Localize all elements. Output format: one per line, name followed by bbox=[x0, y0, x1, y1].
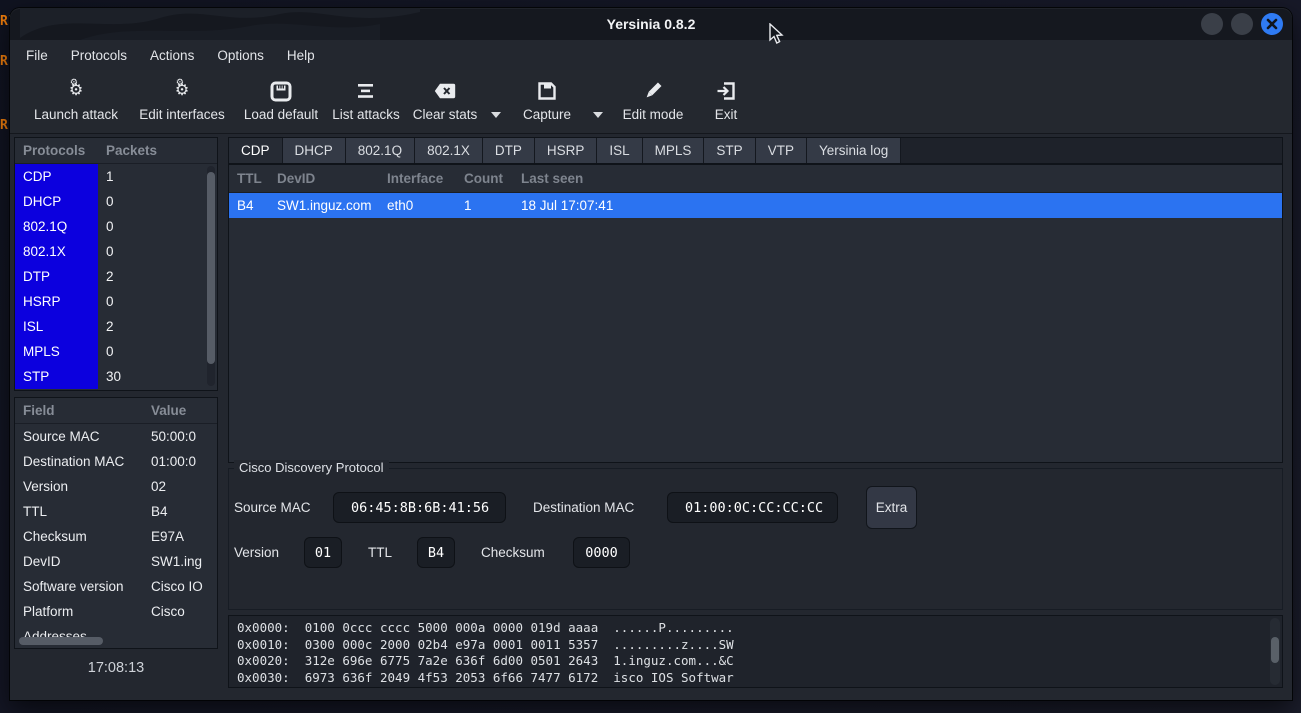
table-row-selected[interactable]: B4 SW1.inguz.com eth0 1 18 Jul 17:07:41 bbox=[229, 193, 1282, 218]
protocol-row[interactable]: ISL 2 bbox=[15, 314, 217, 339]
menu-help[interactable]: Help bbox=[284, 46, 318, 65]
titlebar[interactable]: Yersinia 0.8.2 bbox=[10, 8, 1292, 40]
menubar: File Protocols Actions Options Help bbox=[10, 40, 1292, 70]
ttl-field[interactable] bbox=[417, 537, 455, 568]
protocol-row[interactable]: DHCP 0 bbox=[15, 189, 217, 214]
interface-column-header[interactable]: Interface bbox=[387, 165, 443, 193]
gears-icon: ⚙⚙ bbox=[175, 77, 189, 105]
field-row[interactable]: Checksum E97A bbox=[15, 524, 217, 549]
capture-button[interactable]: Capture bbox=[508, 70, 586, 133]
field-row[interactable]: Version 02 bbox=[15, 474, 217, 499]
mouse-cursor bbox=[766, 23, 784, 47]
field-column-header[interactable]: Field bbox=[23, 398, 55, 424]
fields-panel: Field Value Source MAC 50:00:0 Destinati… bbox=[14, 397, 218, 649]
horizontal-scrollbar-thumb[interactable] bbox=[19, 637, 103, 645]
close-icon bbox=[1266, 18, 1278, 30]
load-default-button[interactable]: Load default bbox=[236, 70, 326, 133]
protocol-tabs: CDP DHCP 802.1Q 802.1X DTP HSRP ISL MPLS… bbox=[228, 137, 1283, 164]
capture-dropdown[interactable] bbox=[586, 70, 610, 133]
value-column-header[interactable]: Value bbox=[151, 398, 186, 424]
menu-options[interactable]: Options bbox=[214, 46, 267, 65]
field-row[interactable]: Source MAC 50:00:0 bbox=[15, 424, 217, 449]
hex-dump-panel[interactable]: 0x0000: 0100 0ccc cccc 5000 000a 0000 01… bbox=[228, 615, 1283, 688]
list-attacks-button[interactable]: List attacks bbox=[326, 70, 406, 133]
packets-column-header[interactable]: Packets bbox=[106, 138, 157, 164]
tab-dtp[interactable]: DTP bbox=[483, 138, 535, 163]
exit-button[interactable]: Exit bbox=[696, 70, 756, 133]
window-title: Yersinia 0.8.2 bbox=[10, 8, 1292, 40]
maximize-button[interactable] bbox=[1231, 13, 1253, 35]
source-mac-field[interactable] bbox=[333, 492, 506, 523]
menu-file[interactable]: File bbox=[23, 46, 51, 65]
protocol-row[interactable]: STP 30 bbox=[15, 364, 217, 389]
gears-icon: ⚙⚙ bbox=[69, 77, 83, 105]
close-button[interactable] bbox=[1261, 13, 1283, 35]
protocols-column-header[interactable]: Protocols bbox=[23, 138, 85, 164]
tab-stp[interactable]: STP bbox=[704, 138, 755, 163]
clear-stats-button[interactable]: Clear stats bbox=[406, 70, 484, 133]
protocol-row[interactable]: DTP 2 bbox=[15, 264, 217, 289]
tab-dhcp[interactable]: DHCP bbox=[283, 138, 346, 163]
field-row[interactable]: Destination MAC 01:00:0 bbox=[15, 449, 217, 474]
last-seen-column-header[interactable]: Last seen bbox=[521, 165, 583, 193]
tab-8021q[interactable]: 802.1Q bbox=[346, 138, 415, 163]
protocol-row[interactable]: HSRP 0 bbox=[15, 289, 217, 314]
scrollbar-thumb[interactable] bbox=[1271, 637, 1279, 663]
field-row[interactable]: DevID SW1.ing bbox=[15, 549, 217, 574]
protocol-row[interactable]: MPLS 0 bbox=[15, 339, 217, 364]
version-label: Version bbox=[234, 537, 279, 568]
status-clock: 17:08:13 bbox=[14, 660, 218, 676]
count-column-header[interactable]: Count bbox=[464, 165, 503, 193]
hex-dump-line: 0x0000: 0100 0ccc cccc 5000 000a 0000 01… bbox=[229, 620, 1282, 637]
minimize-button[interactable] bbox=[1201, 13, 1223, 35]
ttl-label: TTL bbox=[368, 537, 392, 568]
scrollbar-thumb[interactable] bbox=[207, 172, 215, 364]
hex-dump-line: 0x0030: 6973 636f 2049 4f53 2053 6f66 74… bbox=[229, 670, 1282, 687]
launch-attack-button[interactable]: ⚙⚙ Launch attack bbox=[24, 70, 128, 133]
yersinia-window: Yersinia 0.8.2 File Protocols Actions Op… bbox=[10, 8, 1292, 700]
edit-interfaces-button[interactable]: ⚙⚙ Edit interfaces bbox=[128, 70, 236, 133]
frame-title: Cisco Discovery Protocol bbox=[234, 460, 389, 475]
pencil-icon bbox=[643, 77, 663, 105]
version-field[interactable] bbox=[304, 537, 342, 568]
tab-8021x[interactable]: 802.1X bbox=[415, 138, 483, 163]
destination-mac-label: Destination MAC bbox=[533, 492, 634, 523]
tab-hsrp[interactable]: HSRP bbox=[535, 138, 598, 163]
tab-cdp[interactable]: CDP bbox=[229, 138, 283, 163]
field-row[interactable]: Software version Cisco IO bbox=[15, 574, 217, 599]
protocol-row[interactable]: 802.1Q 0 bbox=[15, 214, 217, 239]
edit-mode-button[interactable]: Edit mode bbox=[610, 70, 696, 133]
protocol-row[interactable]: CDP 1 bbox=[15, 164, 217, 189]
tab-yersinia-log[interactable]: Yersinia log bbox=[807, 138, 901, 163]
network-port-icon bbox=[270, 77, 292, 105]
checksum-label: Checksum bbox=[481, 537, 545, 568]
packets-table: TTL DevID Interface Count Last seen B4 S… bbox=[228, 164, 1283, 463]
field-row[interactable]: TTL B4 bbox=[15, 499, 217, 524]
source-mac-label: Source MAC bbox=[234, 492, 311, 523]
menu-actions[interactable]: Actions bbox=[147, 46, 197, 65]
menu-protocols[interactable]: Protocols bbox=[68, 46, 130, 65]
chevron-down-icon bbox=[593, 112, 603, 118]
checksum-field[interactable] bbox=[573, 537, 630, 568]
clear-icon bbox=[434, 77, 456, 105]
extra-button[interactable]: Extra bbox=[866, 486, 917, 529]
hex-dump-line: 0x0010: 0300 000c 2000 02b4 e97a 0001 00… bbox=[229, 637, 1282, 654]
devid-column-header[interactable]: DevID bbox=[277, 165, 315, 193]
ttl-column-header[interactable]: TTL bbox=[237, 165, 262, 193]
save-icon bbox=[537, 77, 557, 105]
clear-stats-dropdown[interactable] bbox=[484, 70, 508, 133]
list-icon bbox=[357, 77, 375, 105]
tab-vtp[interactable]: VTP bbox=[756, 138, 807, 163]
toolbar: ⚙⚙ Launch attack ⚙⚙ Edit interfaces Load… bbox=[10, 70, 1292, 134]
hex-dump-line: 0x0020: 312e 696e 6775 7a2e 636f 6d00 05… bbox=[229, 653, 1282, 670]
cdp-editor-frame: Cisco Discovery Protocol Source MAC Dest… bbox=[228, 468, 1283, 610]
destination-mac-field[interactable] bbox=[667, 492, 838, 523]
tab-mpls[interactable]: MPLS bbox=[643, 138, 705, 163]
exit-icon bbox=[716, 77, 736, 105]
protocol-row[interactable]: 802.1X 0 bbox=[15, 239, 217, 264]
field-row[interactable]: Platform Cisco bbox=[15, 599, 217, 624]
protocols-panel: Protocols Packets CDP 1 DHCP 0 802.1Q 0 … bbox=[14, 137, 218, 391]
chevron-down-icon bbox=[491, 112, 501, 118]
tab-isl[interactable]: ISL bbox=[597, 138, 642, 163]
